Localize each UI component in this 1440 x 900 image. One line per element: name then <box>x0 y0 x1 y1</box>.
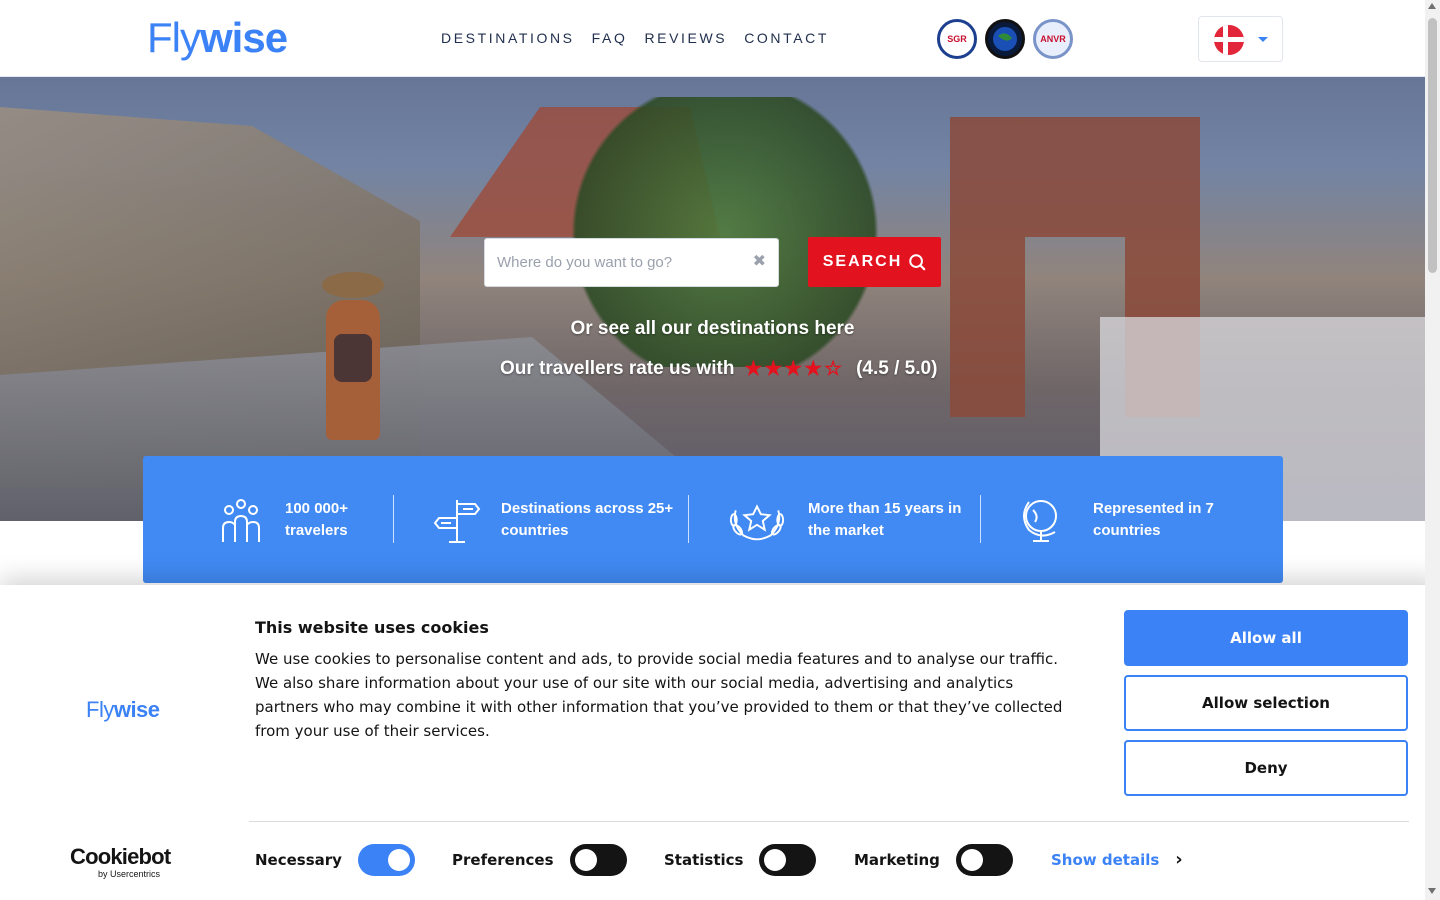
language-selector[interactable] <box>1198 16 1283 62</box>
flywise-logo[interactable]: Flywise <box>147 14 288 62</box>
cookie-banner: Flywise This website uses cookies We use… <box>0 585 1440 900</box>
signpost-icon <box>433 500 481 543</box>
page-scrollbar[interactable] <box>1425 0 1440 900</box>
group-icon <box>222 499 260 542</box>
denmark-flag-icon <box>1214 25 1244 55</box>
toggle-statistics: Statistics <box>664 844 817 876</box>
rating-score: (4.5 / 5.0) <box>856 358 938 379</box>
see-all-destinations-link[interactable]: Or see all our destinations here <box>0 318 1425 340</box>
stat-years: More than 15 years in the market <box>728 496 961 544</box>
cookie-description: We use cookies to personalise content an… <box>255 650 1063 740</box>
globe-seal-icon <box>993 27 1017 51</box>
stats-bar: 100 000+ travelers Destinations across 25… <box>143 456 1283 583</box>
nav-destinations[interactable]: DESTINATIONS <box>441 29 575 47</box>
stat-destinations: Destinations across 25+ countries <box>433 496 673 544</box>
nav-reviews[interactable]: REVIEWS <box>644 29 727 47</box>
toggle-marketing: Marketing <box>854 844 1013 876</box>
cookiebot-logo[interactable]: Cookiebot by Usercentrics <box>70 845 171 880</box>
preferences-switch[interactable] <box>569 844 627 876</box>
allow-all-button[interactable]: Allow all <box>1124 610 1408 666</box>
allow-selection-button[interactable]: Allow selection <box>1124 675 1408 731</box>
hero-section <box>0 77 1425 521</box>
clear-icon[interactable]: ✖ <box>753 254 766 270</box>
search-button[interactable]: SEARCH <box>808 237 941 287</box>
star-icon: ★ <box>784 358 803 380</box>
laurel-star-icon <box>729 504 785 541</box>
rating-stars: ★ ★ ★ ★ ☆ <box>744 358 842 380</box>
star-outline-icon: ☆ <box>824 358 843 380</box>
search-input[interactable] <box>497 239 747 286</box>
destination-search: ✖ <box>484 238 779 287</box>
star-icon: ★ <box>744 358 763 380</box>
necessary-switch[interactable] <box>357 844 415 876</box>
membership-badges: SGR ANVR <box>937 19 1073 59</box>
toggle-preferences: Preferences <box>452 844 627 876</box>
scroll-up-arrow-icon[interactable] <box>1428 3 1436 9</box>
star-icon: ★ <box>804 358 823 380</box>
calamiteitenfonds-badge[interactable] <box>985 19 1025 59</box>
star-icon: ★ <box>764 358 783 380</box>
cookie-banner-logo: Flywise <box>86 697 160 722</box>
scroll-down-arrow-icon[interactable] <box>1428 888 1436 894</box>
anvr-badge[interactable]: ANVR <box>1033 19 1073 59</box>
hero-image-traveller <box>318 272 388 462</box>
main-nav: DESTINATIONS FAQ REVIEWS CONTACT <box>441 29 829 47</box>
stat-travelers: 100 000+ travelers <box>217 496 348 544</box>
sgr-badge[interactable]: SGR <box>937 19 977 59</box>
nav-contact[interactable]: CONTACT <box>744 29 829 47</box>
globe-icon <box>1023 500 1057 542</box>
rating-text: Our travellers rate us with <box>500 358 735 379</box>
stat-divider <box>980 495 981 543</box>
scroll-thumb[interactable] <box>1428 18 1437 273</box>
chevron-right-icon: › <box>1175 849 1183 870</box>
stat-divider <box>393 495 394 543</box>
traveller-rating: Our travellers rate us with ★ ★ ★ ★ ☆ (4… <box>500 358 937 380</box>
show-details-link[interactable]: Show details › <box>1051 849 1183 870</box>
cookie-title: This website uses cookies <box>255 618 489 637</box>
toggle-necessary: Necessary <box>255 844 415 876</box>
stat-countries: Represented in 7 countries <box>1019 496 1214 544</box>
statistics-switch[interactable] <box>759 844 817 876</box>
marketing-switch[interactable] <box>955 844 1013 876</box>
stat-divider <box>688 495 689 543</box>
nav-faq[interactable]: FAQ <box>592 29 628 47</box>
cookie-divider <box>249 821 1409 822</box>
search-icon <box>909 254 926 271</box>
site-header: Flywise DESTINATIONS FAQ REVIEWS CONTACT… <box>0 0 1425 77</box>
caret-down-icon <box>1258 37 1268 42</box>
deny-button[interactable]: Deny <box>1124 740 1408 796</box>
